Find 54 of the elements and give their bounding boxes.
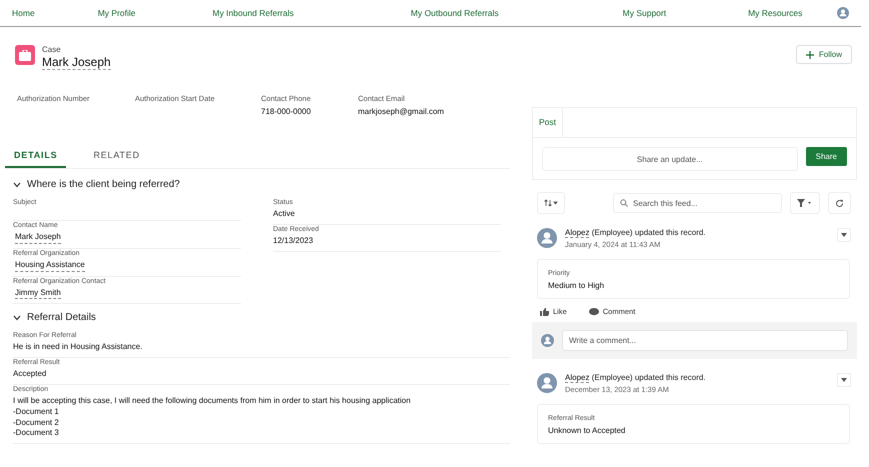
speech-bubble-icon bbox=[588, 308, 599, 316]
field-value: I will be accepting this case, I will need the following documents from him in order to start his housing application -Document 1 -Document 2 -Document 3 bbox=[13, 396, 412, 440]
nav-link[interactable]: My Resources bbox=[748, 8, 802, 18]
field-link[interactable]: Housing Assistance bbox=[15, 260, 85, 272]
record-type-label: Case bbox=[42, 45, 62, 54]
sort-icon bbox=[544, 199, 558, 207]
field-value: 718-000-0000 bbox=[261, 107, 312, 116]
nav-link[interactable]: My Support bbox=[622, 8, 666, 18]
sort-button[interactable] bbox=[537, 192, 565, 214]
field-value: Accepted bbox=[13, 369, 48, 380]
plus-icon bbox=[806, 50, 814, 58]
nav-link[interactable]: My Profile bbox=[98, 8, 136, 18]
post-headline: Alopez (Employee) updated this record. bbox=[565, 373, 707, 382]
field-link[interactable]: Jimmy Smith bbox=[15, 288, 61, 300]
user-avatar-icon bbox=[541, 334, 554, 347]
user-avatar-icon bbox=[837, 7, 849, 19]
post-menu-button[interactable] bbox=[837, 373, 851, 387]
section-header[interactable]: Referral Details bbox=[5, 312, 96, 324]
nav-link[interactable]: Home bbox=[12, 8, 35, 18]
caret-icon bbox=[841, 233, 847, 237]
share-button[interactable]: Share bbox=[806, 147, 847, 166]
user-avatar-icon bbox=[537, 373, 557, 393]
field-value: 12/13/2023 bbox=[273, 236, 314, 247]
field-value: He is in need in Housing Assistance. bbox=[13, 342, 144, 354]
user-avatar-icon bbox=[537, 228, 557, 248]
chevron-icon bbox=[13, 314, 21, 321]
author-link[interactable]: Alopez bbox=[565, 373, 590, 383]
caret-icon bbox=[841, 378, 847, 382]
change-value: Medium to High bbox=[548, 281, 606, 290]
thumbs-up-icon bbox=[540, 308, 549, 316]
section-header[interactable]: Where is the client being referred? bbox=[5, 179, 180, 190]
tab[interactable]: RELATED bbox=[84, 144, 149, 168]
filter-button[interactable] bbox=[790, 192, 820, 214]
record-title: Mark Joseph bbox=[42, 55, 111, 70]
feed-search-field[interactable]: Search this feed... bbox=[613, 193, 782, 213]
field-value: markjoseph@gmail.com bbox=[358, 107, 445, 116]
follow-button[interactable]: Follow bbox=[796, 45, 852, 64]
filter-icon bbox=[797, 199, 813, 207]
nav-link[interactable]: My Outbound Referrals bbox=[410, 8, 499, 18]
tab[interactable]: DETAILS bbox=[5, 144, 66, 168]
refresh-button[interactable] bbox=[828, 192, 851, 214]
search-icon bbox=[620, 199, 628, 207]
change-value: Unknown to Accepted bbox=[548, 426, 626, 435]
share-update-field[interactable]: Share an update... bbox=[542, 147, 798, 171]
post-menu-button[interactable] bbox=[837, 228, 851, 242]
nav-link[interactable]: My Inbound Referrals bbox=[212, 8, 294, 18]
field-value: Active bbox=[273, 209, 296, 220]
briefcase-icon bbox=[15, 45, 35, 65]
post-headline: Alopez (Employee) updated this record. bbox=[565, 228, 707, 237]
author-link[interactable]: Alopez bbox=[565, 228, 590, 238]
comment-field[interactable]: Write a comment... bbox=[562, 330, 848, 351]
field-link[interactable]: Mark Joseph bbox=[15, 232, 61, 244]
refresh-icon bbox=[835, 198, 844, 208]
chevron-icon bbox=[13, 182, 21, 188]
